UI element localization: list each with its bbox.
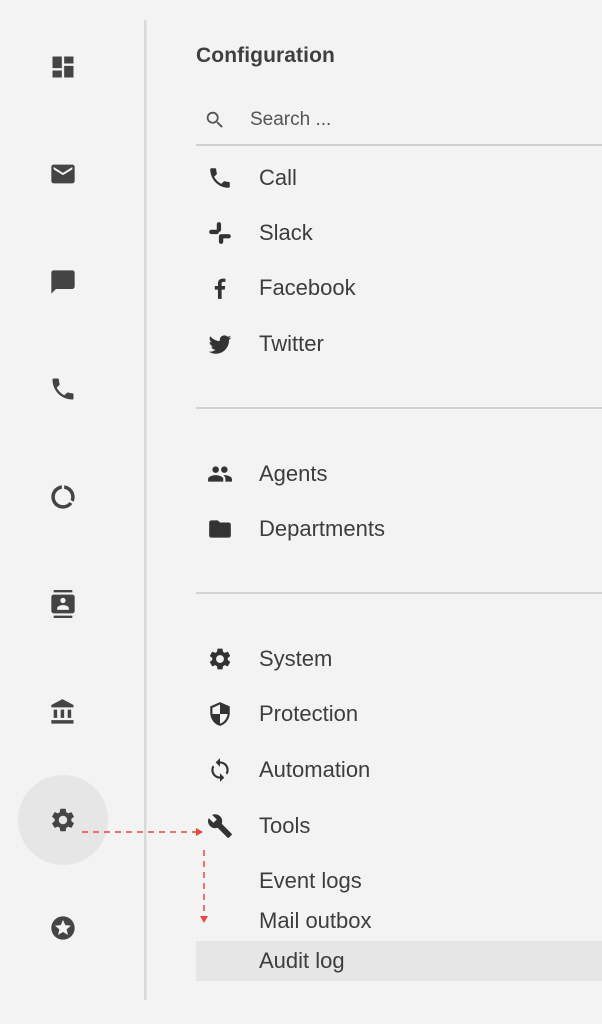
menu-item-automation[interactable]: Automation	[196, 750, 602, 790]
menu-item-label: Departments	[259, 516, 385, 541]
folder-icon	[207, 516, 233, 542]
facebook-icon	[207, 275, 233, 301]
rail-dashboard-button[interactable]	[18, 22, 108, 112]
shield-icon	[207, 701, 233, 727]
rail-divider	[144, 20, 147, 1000]
people-icon	[207, 461, 233, 487]
gear-icon	[207, 646, 233, 672]
page-title: Configuration	[196, 44, 335, 67]
section-divider	[196, 407, 602, 409]
search-bar[interactable]	[196, 96, 602, 146]
menu-item-label: Mail outbox	[259, 908, 372, 933]
menu-item-twitter[interactable]: Twitter	[196, 324, 602, 364]
contacts-icon	[51, 590, 75, 618]
rail-favorites-button[interactable]	[18, 883, 108, 973]
chat-icon	[51, 270, 75, 294]
rail-chat-button[interactable]	[18, 237, 108, 327]
menu-item-label: Event logs	[259, 868, 362, 893]
sync-icon	[207, 757, 233, 783]
wrench-icon	[207, 813, 233, 839]
menu-item-label: Automation	[259, 757, 371, 782]
menu-item-event-logs[interactable]: Event logs	[196, 861, 602, 901]
menu-item-protection[interactable]: Protection	[196, 694, 602, 734]
menu-item-slack[interactable]: Slack	[196, 213, 602, 253]
search-icon	[206, 111, 223, 128]
search-input[interactable]	[248, 108, 582, 132]
section-divider	[196, 592, 602, 594]
menu-item-label: Call	[259, 165, 297, 190]
rail-bank-button[interactable]	[18, 667, 108, 757]
rail-contacts-button[interactable]	[18, 559, 108, 649]
menu-item-facebook[interactable]: Facebook	[196, 268, 602, 308]
star-icon	[51, 916, 75, 940]
menu-item-label: Twitter	[259, 331, 324, 356]
menu-item-label: Agents	[259, 461, 328, 486]
phone-icon	[207, 165, 233, 191]
menu-item-system[interactable]: System	[196, 639, 602, 679]
menu-item-call[interactable]: Call	[196, 158, 602, 198]
menu-item-departments[interactable]: Departments	[196, 509, 602, 549]
menu-item-label: Slack	[259, 220, 313, 245]
twitter-icon	[207, 331, 233, 357]
menu-item-label: Tools	[259, 813, 311, 838]
rail-reports-button[interactable]	[18, 452, 108, 542]
phone-icon	[52, 378, 74, 400]
menu-item-audit-log[interactable]: Audit log	[196, 941, 602, 981]
menu-item-label: System	[259, 646, 333, 671]
mail-icon	[51, 164, 75, 184]
configuration-panel: Configuration Call Slack Facebook Twitte…	[196, 0, 602, 1024]
menu-item-mail-outbox[interactable]: Mail outbox	[196, 901, 602, 941]
bank-icon	[51, 699, 74, 724]
dashboard-icon	[52, 56, 74, 78]
reports-icon	[51, 485, 75, 509]
slack-icon	[207, 220, 233, 246]
menu-item-agents[interactable]: Agents	[196, 454, 602, 494]
menu-item-label: Audit log	[259, 948, 345, 973]
menu-item-tools[interactable]: Tools	[196, 806, 602, 846]
rail-mail-button[interactable]	[18, 129, 108, 219]
menu-item-label: Facebook	[259, 275, 356, 300]
rail-phone-button[interactable]	[18, 344, 108, 434]
menu-item-label: Protection	[259, 701, 359, 726]
navigation-rail	[0, 0, 150, 1024]
config-menu-list: Call Slack Facebook Twitter Agents Depar…	[196, 146, 602, 1024]
rail-settings-button[interactable]	[18, 775, 108, 865]
gear-icon	[52, 808, 74, 832]
